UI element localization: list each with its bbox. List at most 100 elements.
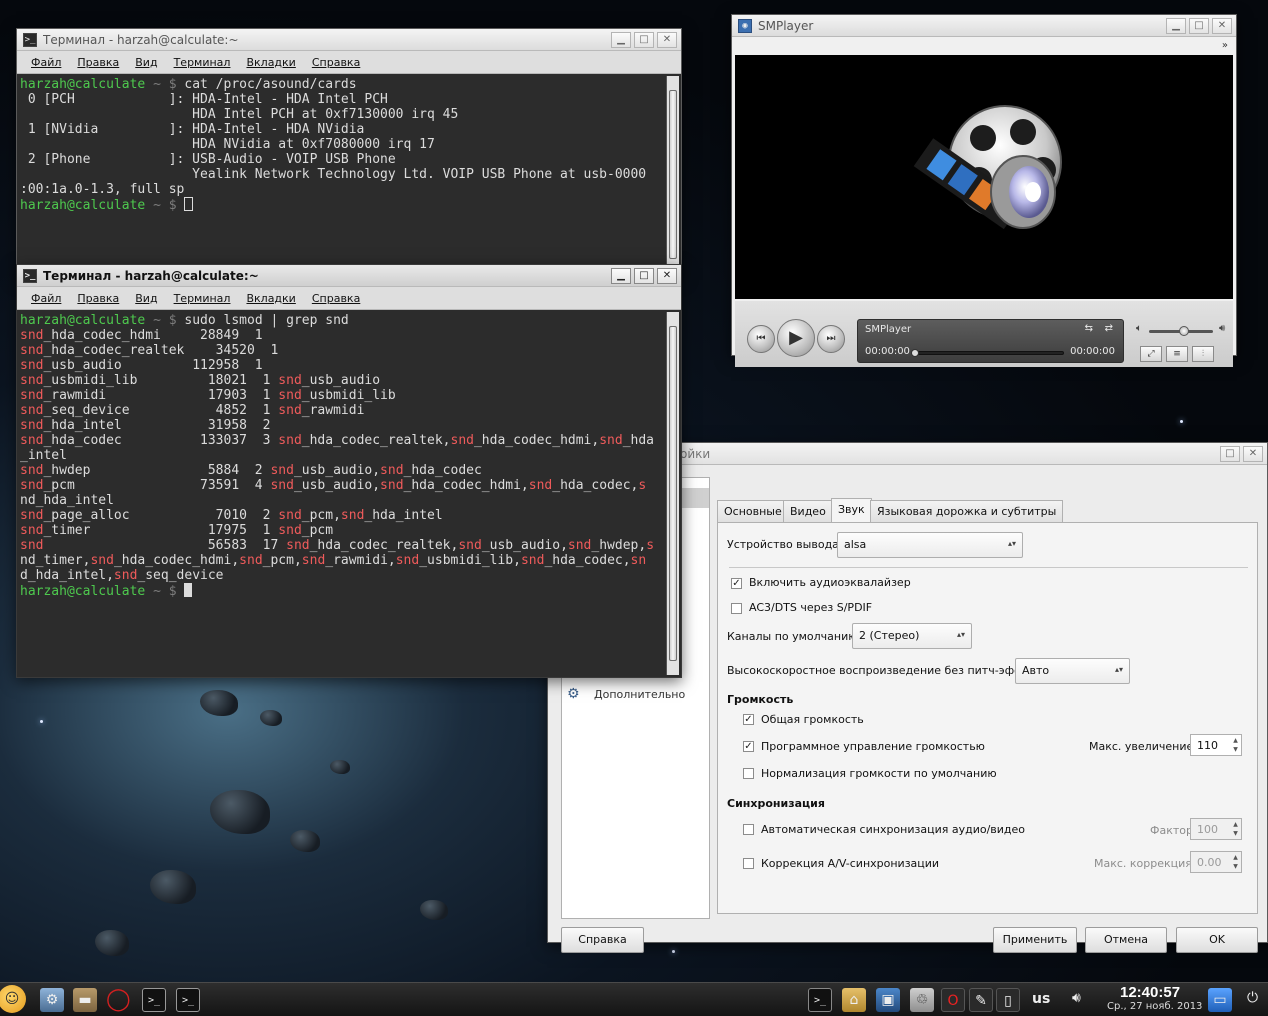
av-correction-label[interactable]: Коррекция A/V-синхронизации	[761, 857, 939, 870]
autosync-label[interactable]: Автоматическая синхронизация аудио/видео	[761, 823, 1025, 836]
menu-edit[interactable]: Правка	[69, 292, 127, 305]
menu-edit[interactable]: Правка	[69, 56, 127, 69]
menu-file[interactable]: Файл	[23, 56, 69, 69]
maximize-button[interactable]: □	[634, 31, 654, 48]
mute-icon[interactable]: 🔈︎	[1136, 323, 1142, 334]
apply-button[interactable]: Применить	[993, 927, 1077, 953]
clock-time[interactable]: 12:40:57	[1120, 984, 1180, 1001]
spdif-checkbox[interactable]	[731, 603, 742, 614]
menu-tabs[interactable]: Вкладки	[238, 292, 303, 305]
close-button[interactable]: ✕	[1212, 17, 1232, 34]
smplayer-window[interactable]: ◉ SMPlayer ▁ □ ✕ » ⏮ ▶ ⏭ SMPlayer ⇆ ⇄ 00…	[731, 14, 1237, 367]
keyboard-layout[interactable]: us	[1032, 991, 1050, 1007]
app-menu-icon[interactable]: ☺	[0, 985, 26, 1013]
menu-view[interactable]: Вид	[127, 56, 165, 69]
maximize-button[interactable]: □	[1220, 445, 1240, 462]
taskbar-battery-icon[interactable]: ▯	[996, 988, 1020, 1012]
smplayer-titlebar[interactable]: ◉ SMPlayer ▁ □ ✕	[732, 15, 1236, 37]
av-correction-checkbox[interactable]	[743, 858, 754, 869]
seek-handle[interactable]	[911, 349, 919, 357]
spdif-label[interactable]: AC3/DTS через S/PDIF	[749, 601, 872, 614]
taskbar-pen-icon[interactable]: ✎	[969, 988, 993, 1012]
soft-volume-checkbox[interactable]: ✓	[743, 741, 754, 752]
taskbar-home-icon[interactable]: ⌂	[842, 988, 866, 1012]
factor-spinbox[interactable]: 100 ▲ ▼	[1190, 818, 1242, 840]
ok-button[interactable]: OK	[1176, 927, 1258, 953]
minimize-button[interactable]: ▁	[1166, 17, 1186, 34]
menu-view[interactable]: Вид	[127, 292, 165, 305]
menu-help[interactable]: Справка	[304, 292, 368, 305]
repeat-icon[interactable]: ⇆	[1085, 323, 1093, 334]
previous-button[interactable]: ⏮	[747, 325, 775, 353]
menu-terminal[interactable]: Терминал	[166, 56, 239, 69]
normalize-label[interactable]: Нормализация громкости по умолчанию	[761, 767, 997, 780]
menu-tabs[interactable]: Вкладки	[238, 56, 303, 69]
spin-arrows-icon[interactable]: ▲ ▼	[1231, 736, 1240, 754]
show-desktop-icon[interactable]: ▭	[1208, 988, 1232, 1012]
play-button[interactable]: ▶	[777, 319, 815, 357]
terminal-2-titlebar[interactable]: >_ Терминал - harzah@calculate:~ ▁ □ ✕	[17, 265, 681, 287]
fullscreen-button[interactable]: ⤢	[1140, 346, 1162, 362]
video-area[interactable]	[735, 55, 1233, 299]
scrollbar-thumb[interactable]	[669, 90, 677, 259]
tab-general[interactable]: Основные	[717, 500, 789, 522]
tab-subtitles[interactable]: Языковая дорожка и субтитры	[870, 500, 1064, 522]
output-device-select[interactable]: alsa ▴▾	[837, 532, 1023, 558]
shuffle-icon[interactable]: ⇄	[1105, 323, 1113, 334]
close-button[interactable]: ✕	[657, 267, 677, 284]
taskbar-opera-icon[interactable]: O	[941, 988, 965, 1012]
global-volume-checkbox[interactable]: ✓	[743, 714, 754, 725]
terminal-2-output[interactable]: harzah@calculate ~ $ sudo lsmod | grep s…	[17, 310, 681, 677]
spin-arrows-icon[interactable]: ▲ ▼	[1231, 820, 1240, 838]
taskbar-trash-icon[interactable]: ♲	[910, 988, 934, 1012]
maximize-button[interactable]: □	[1189, 17, 1209, 34]
max-volume-icon[interactable]: 🔊︎	[1219, 323, 1225, 334]
opera-browser-icon[interactable]: ◯	[106, 988, 131, 1012]
channels-select[interactable]: 2 (Стерео) ▴▾	[852, 623, 972, 649]
power-icon[interactable]: ⏻	[1247, 990, 1258, 1006]
taskbar-screenshot-icon[interactable]: ▣	[876, 988, 900, 1012]
normalize-checkbox[interactable]	[743, 768, 754, 779]
close-button[interactable]: ✕	[657, 31, 677, 48]
scrollbar-thumb[interactable]	[669, 326, 677, 661]
volume-tray-icon[interactable]: 🔊︎	[1072, 990, 1081, 1006]
menu-terminal[interactable]: Терминал	[166, 292, 239, 305]
seek-bar[interactable]	[911, 349, 1064, 357]
tab-video[interactable]: Видео	[783, 500, 833, 522]
clock-date[interactable]: Ср., 27 нояб. 2013	[1107, 1001, 1202, 1012]
volume-handle[interactable]	[1179, 326, 1190, 336]
tab-audio[interactable]: Звук	[831, 498, 872, 522]
max-amplification-spinbox[interactable]: 110 ▲ ▼	[1190, 734, 1242, 756]
equalizer-label[interactable]: Включить аудиоэквалайзер	[749, 576, 911, 589]
terminal-launcher-icon[interactable]: >_	[142, 988, 166, 1012]
taskbar-terminal-icon[interactable]: >_	[808, 988, 832, 1012]
menu-help[interactable]: Справка	[304, 56, 368, 69]
toolbar-overflow-chevron[interactable]: »	[1222, 40, 1228, 51]
file-manager-icon[interactable]: ▬	[73, 988, 97, 1012]
equalizer-checkbox[interactable]: ✓	[731, 578, 742, 589]
minimize-button[interactable]: ▁	[611, 267, 631, 284]
menu-file[interactable]: Файл	[23, 292, 69, 305]
terminal-window-1[interactable]: >_ Терминал - harzah@calculate:~ ▁ □ ✕ Ф…	[16, 28, 682, 276]
cancel-button[interactable]: Отмена	[1085, 927, 1167, 953]
equalizer-button[interactable]: ⫶	[1192, 346, 1214, 362]
spin-arrows-icon[interactable]: ▲ ▼	[1231, 853, 1240, 871]
help-button[interactable]: Справка	[561, 927, 644, 953]
soft-volume-label[interactable]: Программное управление громкостью	[761, 740, 985, 753]
minimize-button[interactable]: ▁	[611, 31, 631, 48]
scrollbar[interactable]	[666, 76, 679, 273]
global-volume-label[interactable]: Общая громкость	[761, 713, 864, 726]
close-button[interactable]: ✕	[1243, 445, 1263, 462]
volume-slider[interactable]	[1149, 326, 1213, 336]
playlist-button[interactable]: ≡	[1166, 346, 1188, 362]
terminal-launcher-icon[interactable]: >_	[176, 988, 200, 1012]
max-correction-spinbox[interactable]: 0.00 ▲ ▼	[1190, 851, 1242, 873]
terminal-1-titlebar[interactable]: >_ Терминал - harzah@calculate:~ ▁ □ ✕	[17, 29, 681, 51]
terminal-1-output[interactable]: harzah@calculate ~ $ cat /proc/asound/ca…	[17, 74, 681, 275]
section-item-advanced[interactable]: Дополнительно	[594, 688, 685, 701]
terminal-window-2[interactable]: >_ Терминал - harzah@calculate:~ ▁ □ ✕ Ф…	[16, 264, 682, 678]
system-settings-icon[interactable]: ⚙	[40, 988, 64, 1012]
autosync-checkbox[interactable]	[743, 824, 754, 835]
maximize-button[interactable]: □	[634, 267, 654, 284]
next-button[interactable]: ⏭	[817, 325, 845, 353]
